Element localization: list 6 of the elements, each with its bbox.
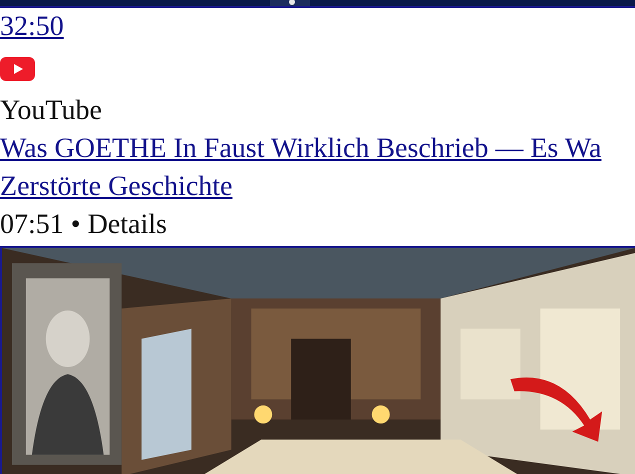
duration-link[interactable]: 32:50 xyxy=(0,11,64,42)
source-name: YouTube xyxy=(0,95,102,126)
video-title-link[interactable]: Zerstörte Geschichte xyxy=(0,168,232,206)
play-button-icon xyxy=(0,57,35,81)
video-meta: 07:51 • Details xyxy=(0,209,167,240)
video-title-link[interactable]: Was GOETHE In Faust Wirklich Beschrieb — Es Wa xyxy=(0,130,602,168)
